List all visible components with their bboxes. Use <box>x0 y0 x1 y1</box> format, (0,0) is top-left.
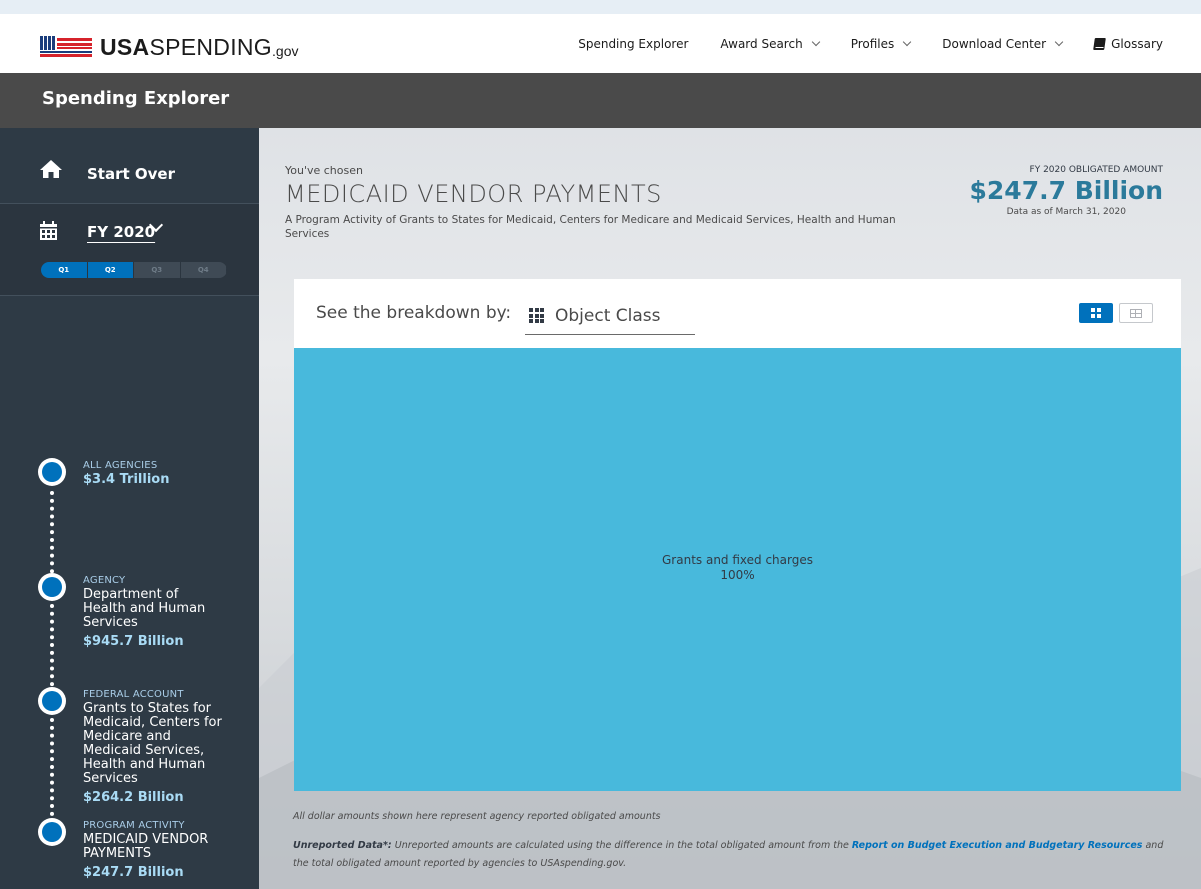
footnote-obligated: All dollar amounts shown here represent … <box>293 811 661 822</box>
chosen-label: You've chosen <box>285 164 363 177</box>
node-dot-icon <box>38 573 66 601</box>
quarter-q4[interactable]: Q4 <box>180 262 227 278</box>
node-name: MEDICAID VENDOR PAYMENTS <box>83 832 209 861</box>
nav-profiles[interactable]: Profiles <box>850 36 912 51</box>
usaspending-logo[interactable]: USASPENDING .gov <box>40 34 298 60</box>
treemap-cell-percent: 100% <box>720 568 755 582</box>
nav-label: Profiles <box>850 36 895 51</box>
fiscal-year-dropdown[interactable]: FY 2020 <box>87 223 155 241</box>
obligated-amount-label: FY 2020 OBLIGATED AMOUNT <box>1029 165 1163 175</box>
node-amount: $3.4 Trillion <box>83 472 170 487</box>
footnote-text-a: Unreported amounts are calculated using … <box>391 840 852 851</box>
nav-label: Spending Explorer <box>578 36 689 51</box>
breakdown-dropdown[interactable]: Object Class <box>525 297 695 335</box>
page-header-bar: Spending Explorer <box>0 73 1201 128</box>
treemap-cell-label: Grants and fixed charges <box>662 553 813 567</box>
sidebar: Start Over FY 2020 Q1 Q2 Q3 Q4 All A <box>0 128 259 889</box>
obligated-amount-value: $247.7 Billion <box>969 176 1163 205</box>
obligated-amount-box: FY 2020 OBLIGATED AMOUNT $247.7 Billion … <box>970 165 1163 217</box>
node-amount: $945.7 Billion <box>83 634 184 649</box>
node-amount: $264.2 Billion <box>83 790 184 805</box>
node-type: Program Activity <box>83 820 185 831</box>
node-dot-icon <box>38 818 66 846</box>
breakdown-label: See the breakdown by: <box>316 303 512 323</box>
node-type: Federal Account <box>83 689 184 700</box>
treemap-cell-grants-and-fixed-charges[interactable]: Grants and fixed charges 100% <box>294 348 1181 791</box>
selection-title: MEDICAID VENDOR PAYMENTS <box>285 180 662 208</box>
node-type: All Agencies <box>83 460 158 471</box>
footnote-unreported: Unreported Data*: Unreported amounts are… <box>293 837 1173 873</box>
nav-label: Glossary <box>1111 36 1163 51</box>
chevron-down-icon <box>1054 37 1064 46</box>
breakdown-card: See the breakdown by: Object Class Grant… <box>294 279 1181 791</box>
node-type: Agency <box>83 575 126 586</box>
quarter-q3[interactable]: Q3 <box>134 262 181 278</box>
quarter-q1[interactable]: Q1 <box>41 262 88 278</box>
nav-label: Download Center <box>942 36 1047 51</box>
main-content: You've chosen MEDICAID VENDOR PAYMENTS A… <box>259 128 1201 889</box>
node-name: Department of Health and Human Services <box>83 587 206 630</box>
nav-glossary[interactable]: Glossary <box>1093 36 1163 51</box>
nav-spending-explorer[interactable]: Spending Explorer <box>578 37 688 51</box>
logo-text: USASPENDING <box>100 33 273 60</box>
table-icon <box>1130 308 1142 318</box>
treemap-icon <box>1091 308 1101 318</box>
nav-links: Spending Explorer Award Search Profiles … <box>578 14 1163 73</box>
start-over-button[interactable]: Start Over <box>0 128 259 204</box>
book-icon <box>1093 37 1106 50</box>
breakdown-value: Object Class <box>555 305 661 326</box>
chevron-down-icon <box>903 37 912 46</box>
footnote-unreported-title: Unreported Data*: <box>293 840 392 851</box>
data-as-of: Data as of March 31, 2020 <box>1006 207 1126 217</box>
view-toggle <box>1079 303 1153 323</box>
breakdown-header: See the breakdown by: Object Class <box>294 279 1181 348</box>
calendar-icon <box>40 221 57 240</box>
fiscal-year-section: FY 2020 Q1 Q2 Q3 Q4 <box>0 204 259 296</box>
top-border <box>0 0 1201 14</box>
start-over-label: Start Over <box>87 165 175 183</box>
object-class-icon <box>529 308 544 323</box>
node-amount: $247.7 Billion <box>83 865 184 880</box>
top-navbar: USASPENDING .gov Spending Explorer Award … <box>0 14 1201 73</box>
report-budget-link[interactable]: Report on Budget Execution and Budgetary… <box>852 840 1143 851</box>
tree-connector <box>50 718 54 816</box>
page-title: Spending Explorer <box>42 88 230 109</box>
selection-description: A Program Activity of Grants to States f… <box>285 214 896 240</box>
node-name: Grants to States for Medicaid, Centers f… <box>83 701 222 786</box>
logo-gov: .gov <box>272 43 299 59</box>
treemap-view-button[interactable] <box>1079 303 1113 323</box>
chevron-down-icon <box>811 37 820 46</box>
node-dot-icon <box>38 687 66 715</box>
quarter-picker: Q1 Q2 Q3 Q4 <box>41 262 227 278</box>
quarter-q2[interactable]: Q2 <box>87 262 134 278</box>
tree-connector <box>50 604 54 694</box>
nav-download-center[interactable]: Download Center <box>942 36 1064 51</box>
flag-icon <box>40 36 92 57</box>
node-dot-icon <box>38 458 66 486</box>
home-icon <box>40 160 62 178</box>
table-view-button[interactable] <box>1119 303 1153 323</box>
nav-label: Award Search <box>720 36 803 51</box>
nav-award-search[interactable]: Award Search <box>720 36 820 51</box>
